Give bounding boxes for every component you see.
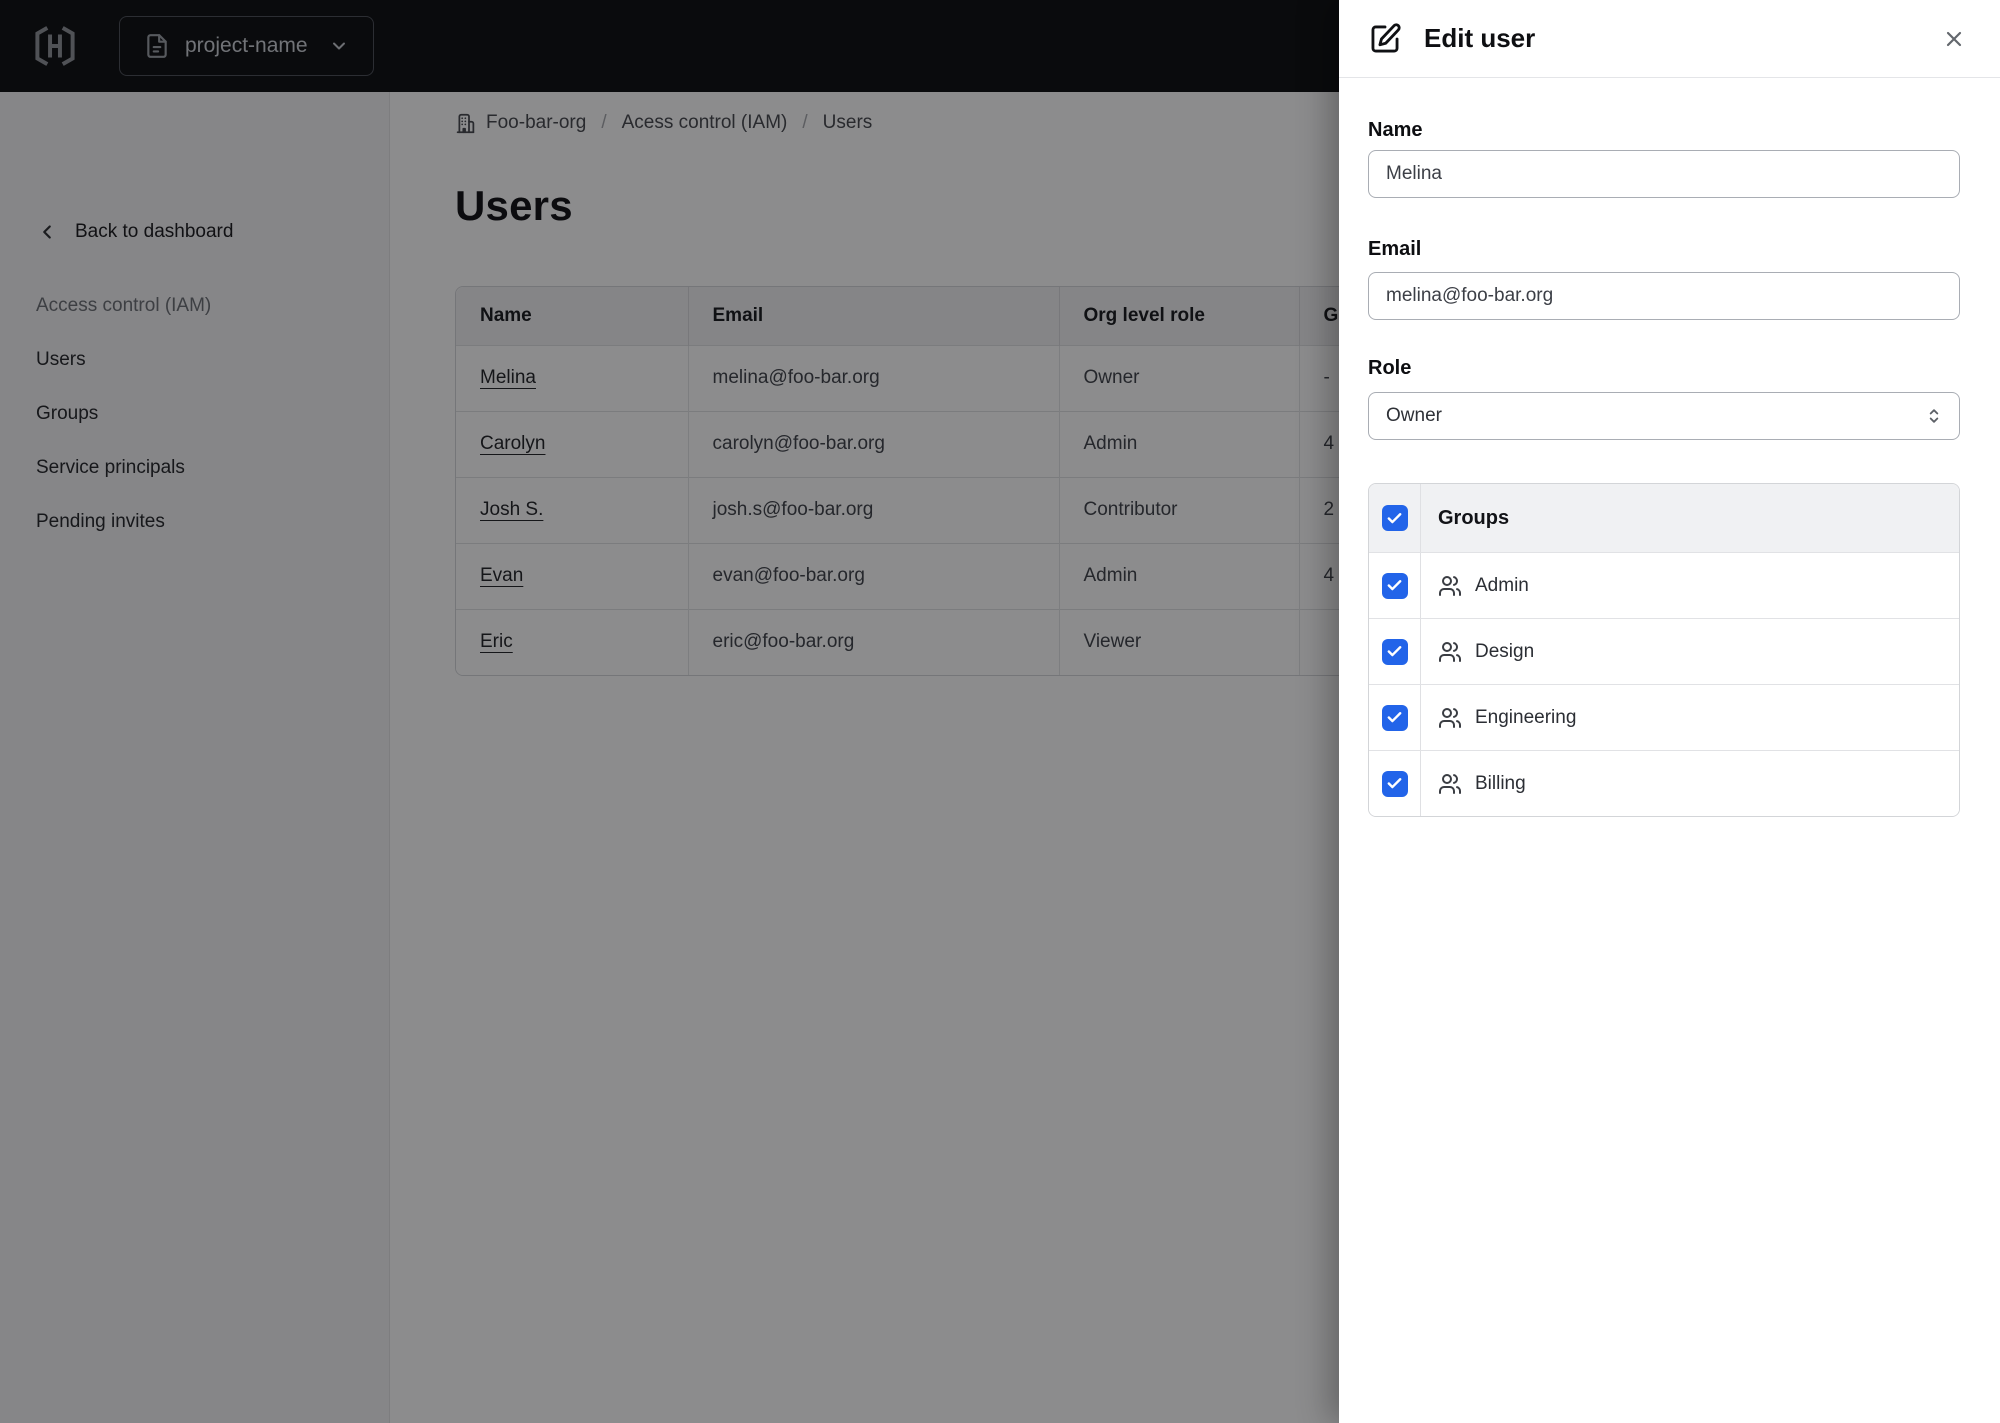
users-icon xyxy=(1438,772,1462,796)
users-icon xyxy=(1438,640,1462,664)
role-select[interactable]: Owner xyxy=(1368,392,1960,440)
chevrons-up-down-icon xyxy=(1924,406,1944,426)
email-field-group: Email xyxy=(1368,237,1960,320)
group-checkbox-design[interactable] xyxy=(1381,638,1408,665)
group-label: Design xyxy=(1475,640,1535,662)
group-label: Billing xyxy=(1475,772,1526,794)
close-icon xyxy=(1942,27,1966,51)
name-field-group: Name xyxy=(1368,118,1960,198)
edit-user-drawer: Edit user Name Email Role Owner xyxy=(1339,0,2000,1423)
group-row-billing: Billing xyxy=(1369,750,1959,816)
groups-checklist: Groups Admin Design Engineering Billing xyxy=(1368,483,1960,817)
close-button[interactable] xyxy=(1932,17,1976,61)
role-select-value: Owner xyxy=(1386,405,1442,426)
drawer-title: Edit user xyxy=(1424,23,1536,53)
check-icon xyxy=(1387,580,1402,591)
edit-pencil-square-icon xyxy=(1368,22,1402,56)
groups-header-label: Groups xyxy=(1438,506,1510,529)
role-field-label: Role xyxy=(1368,357,1412,379)
users-icon xyxy=(1438,574,1462,598)
group-label: Engineering xyxy=(1475,706,1577,728)
name-field-label: Name xyxy=(1368,119,1423,141)
check-icon xyxy=(1387,646,1402,657)
check-icon xyxy=(1387,778,1402,789)
role-field-group: Role Owner xyxy=(1368,356,1960,440)
email-field-label: Email xyxy=(1368,238,1422,260)
email-field[interactable] xyxy=(1368,272,1960,320)
group-label: Admin xyxy=(1475,574,1529,596)
group-checkbox-engineering[interactable] xyxy=(1381,704,1408,731)
users-icon xyxy=(1438,706,1462,730)
check-icon xyxy=(1387,512,1402,523)
group-checkbox-billing[interactable] xyxy=(1381,770,1408,797)
name-field[interactable] xyxy=(1368,150,1960,198)
groups-header-row: Groups xyxy=(1369,484,1959,552)
drawer-header: Edit user xyxy=(1339,0,2000,78)
drawer-body: Name Email Role Owner xyxy=(1339,78,2000,817)
group-row-design: Design xyxy=(1369,618,1959,684)
group-checkbox-admin[interactable] xyxy=(1381,572,1408,599)
group-row-engineering: Engineering xyxy=(1369,684,1959,750)
check-icon xyxy=(1387,712,1402,723)
group-row-admin: Admin xyxy=(1369,552,1959,618)
groups-select-all-checkbox[interactable] xyxy=(1381,505,1408,531)
